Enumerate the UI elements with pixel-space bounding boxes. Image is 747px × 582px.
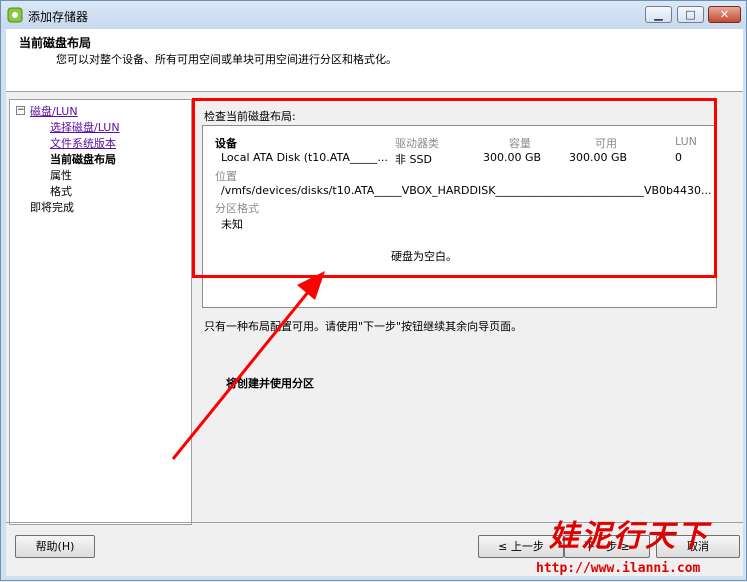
annotation-arrow-icon: [171, 271, 325, 460]
watermark-logo: 娃泥行天下: [549, 519, 709, 554]
watermark-url: http://www.ilanni.com: [536, 561, 701, 576]
add-storage-window: 添加存储器 ▁ □ ✕ 当前磁盘布局 您可以对整个设备、所有可用空间或单块可用空…: [0, 0, 747, 581]
